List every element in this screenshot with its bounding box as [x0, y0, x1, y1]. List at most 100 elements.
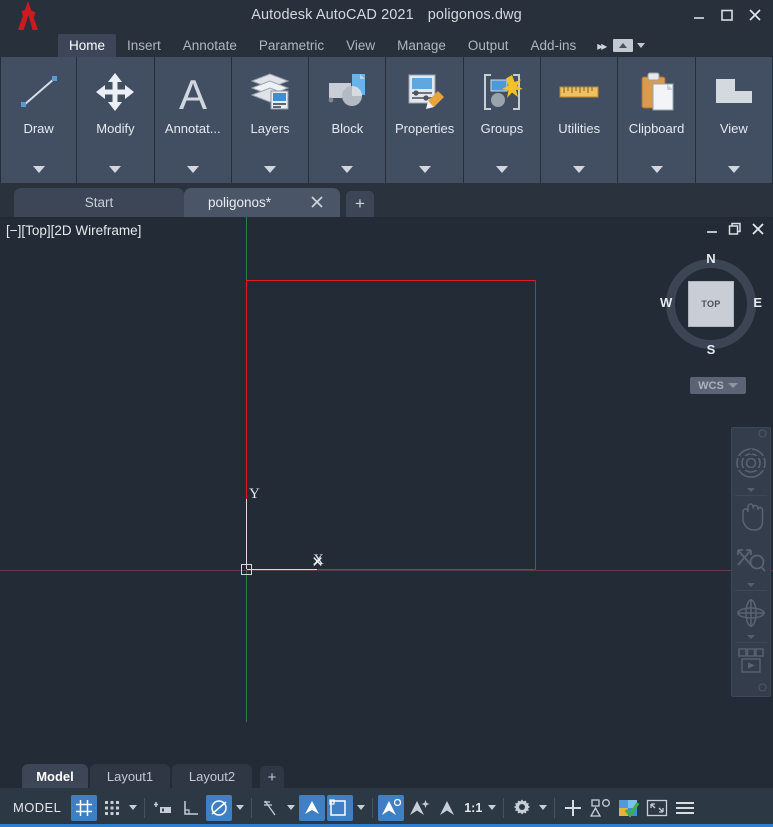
viewcube-west[interactable]: W [660, 295, 672, 310]
clean-screen-icon[interactable] [644, 795, 670, 821]
ribbon-tab-insert[interactable]: Insert [116, 34, 172, 57]
panel-expand-caret[interactable] [109, 166, 122, 173]
minimize-icon[interactable] [685, 2, 713, 28]
ribbon-panel-layers[interactable]: Layers [231, 57, 310, 183]
navigation-bar [731, 427, 771, 697]
panel-expand-caret[interactable] [264, 166, 277, 173]
panel-expand-caret[interactable] [418, 166, 431, 173]
ribbon-tab-addins[interactable]: Add-ins [519, 34, 587, 57]
viewcube-face[interactable]: TOP [688, 281, 734, 327]
osnap-3d-icon[interactable] [406, 795, 432, 821]
panel-expand-caret[interactable] [650, 166, 663, 173]
ribbon-tab-label: Add-ins [530, 38, 577, 53]
clipboard-paste-icon [634, 65, 680, 119]
hardware-accel-icon[interactable] [616, 795, 642, 821]
crosshair-horizontal [0, 570, 773, 571]
snap-dots-icon[interactable] [99, 795, 125, 821]
viewcube[interactable]: TOP N S W E [660, 251, 762, 357]
panel-expand-caret[interactable] [573, 166, 586, 173]
navbar-menu-icon[interactable] [731, 428, 771, 440]
panel-expand-caret[interactable] [727, 166, 740, 173]
infer-constraints-icon[interactable] [150, 795, 176, 821]
coordinate-system-selector[interactable]: WCS [690, 377, 746, 394]
viewcube-south[interactable]: S [662, 342, 760, 357]
chevron-down-icon[interactable] [637, 43, 646, 48]
ribbon-panel-modify[interactable]: Modify [77, 57, 155, 183]
restore-icon[interactable] [713, 2, 741, 28]
ribbon-tab-home[interactable]: Home [58, 34, 117, 57]
isometric-icon[interactable] [257, 795, 283, 821]
ribbon-panel-label: Draw [23, 121, 54, 136]
gear-icon[interactable] [509, 795, 535, 821]
polygon-rectangle[interactable] [246, 280, 536, 570]
ribbon-tab-manage[interactable]: Manage [386, 34, 457, 57]
snap-mode-dropdown[interactable] [126, 795, 140, 821]
model-space-toggle[interactable]: MODEL [4, 795, 70, 821]
chevron-double-right-icon[interactable]: ▸▸ [589, 39, 611, 53]
viewcube-east[interactable]: E [753, 295, 762, 310]
drawing-canvas[interactable]: [−][Top][2D Wireframe] Y X × TOP N S W E… [0, 217, 773, 722]
ortho-icon[interactable] [178, 795, 204, 821]
workspace-dropdown[interactable] [536, 795, 550, 821]
layout-tab-model[interactable]: Model [22, 764, 88, 788]
ribbon-tab-view[interactable]: View [335, 34, 386, 57]
ribbon-panel-view[interactable]: View [695, 57, 773, 183]
grid-icon[interactable] [71, 794, 98, 821]
ribbon-panel-block[interactable]: Block [309, 57, 387, 183]
status-divider [372, 797, 374, 818]
new-file-tab-button[interactable]: + [346, 191, 374, 217]
ribbon-panel-draw[interactable]: Draw [0, 57, 78, 183]
showmotion-icon[interactable] [731, 643, 771, 682]
new-layout-button[interactable]: + [260, 766, 284, 788]
navbar-wheel-caret[interactable] [747, 487, 755, 492]
ribbon-tab-label: Insert [127, 38, 161, 53]
viewport-label[interactable]: [−][Top][2D Wireframe] [6, 223, 141, 238]
osnap-z-icon[interactable] [434, 795, 460, 821]
isometric-dropdown[interactable] [284, 795, 298, 821]
ribbon-tab-parametric[interactable]: Parametric [248, 34, 335, 57]
navbar-zoom-caret[interactable] [747, 582, 755, 587]
ribbon-minimize-icon[interactable] [613, 39, 634, 52]
ribbon-panel-annotation[interactable]: A Annotat... [154, 57, 232, 183]
navbar-orbit-caret[interactable] [747, 635, 755, 640]
polar-tracking-icon[interactable] [206, 794, 233, 821]
ribbon-tab-annotate[interactable]: Annotate [172, 34, 248, 57]
minimize-icon[interactable] [706, 223, 719, 236]
full-navigation-wheel-icon[interactable] [731, 440, 771, 487]
osnap-tracking-active-icon[interactable] [378, 794, 405, 821]
restore-icon[interactable] [728, 222, 742, 236]
viewcube-north[interactable]: N [662, 251, 760, 266]
ribbon-panel-label: Groups [480, 121, 524, 136]
panel-expand-caret[interactable] [495, 166, 508, 173]
panel-expand-caret[interactable] [186, 166, 199, 173]
navbar-settings-icon[interactable] [731, 682, 771, 696]
status-divider [251, 797, 253, 818]
ribbon-overflow[interactable]: ▸▸ [587, 34, 647, 57]
pan-hand-icon[interactable] [731, 496, 771, 539]
orbit-icon[interactable] [731, 591, 771, 634]
polar-tracking-dropdown[interactable] [233, 795, 247, 821]
osnap-tracking-icon[interactable] [299, 794, 326, 821]
panel-expand-caret[interactable] [32, 166, 45, 173]
annotation-scale[interactable]: 1:1 [461, 801, 485, 815]
autoscale-icon[interactable] [588, 795, 614, 821]
ribbon-panel-utilities[interactable]: Utilities [541, 57, 619, 183]
zoom-extents-icon[interactable] [731, 539, 771, 582]
ribbon-panel-groups[interactable]: Groups [463, 57, 542, 183]
layout-tab-layout2[interactable]: Layout2 [172, 764, 252, 788]
chevron-down-icon[interactable] [727, 383, 738, 388]
close-icon[interactable] [310, 195, 324, 212]
ribbon-tab-output[interactable]: Output [457, 34, 520, 57]
file-tab-start[interactable]: Start [14, 188, 184, 217]
ribbon-panel-properties[interactable]: Properties [386, 57, 464, 183]
annotation-scale-dropdown[interactable] [485, 795, 499, 821]
osnap-2d-icon[interactable] [327, 794, 354, 821]
plus-icon[interactable] [560, 795, 586, 821]
hamburger-icon[interactable] [672, 795, 698, 821]
close-icon[interactable] [751, 222, 765, 236]
panel-expand-caret[interactable] [341, 166, 354, 173]
ribbon-panel-clipboard[interactable]: Clipboard [618, 57, 696, 183]
osnap-2d-dropdown[interactable] [354, 795, 368, 821]
layout-tab-layout1[interactable]: Layout1 [90, 764, 170, 788]
close-icon[interactable] [741, 2, 769, 28]
